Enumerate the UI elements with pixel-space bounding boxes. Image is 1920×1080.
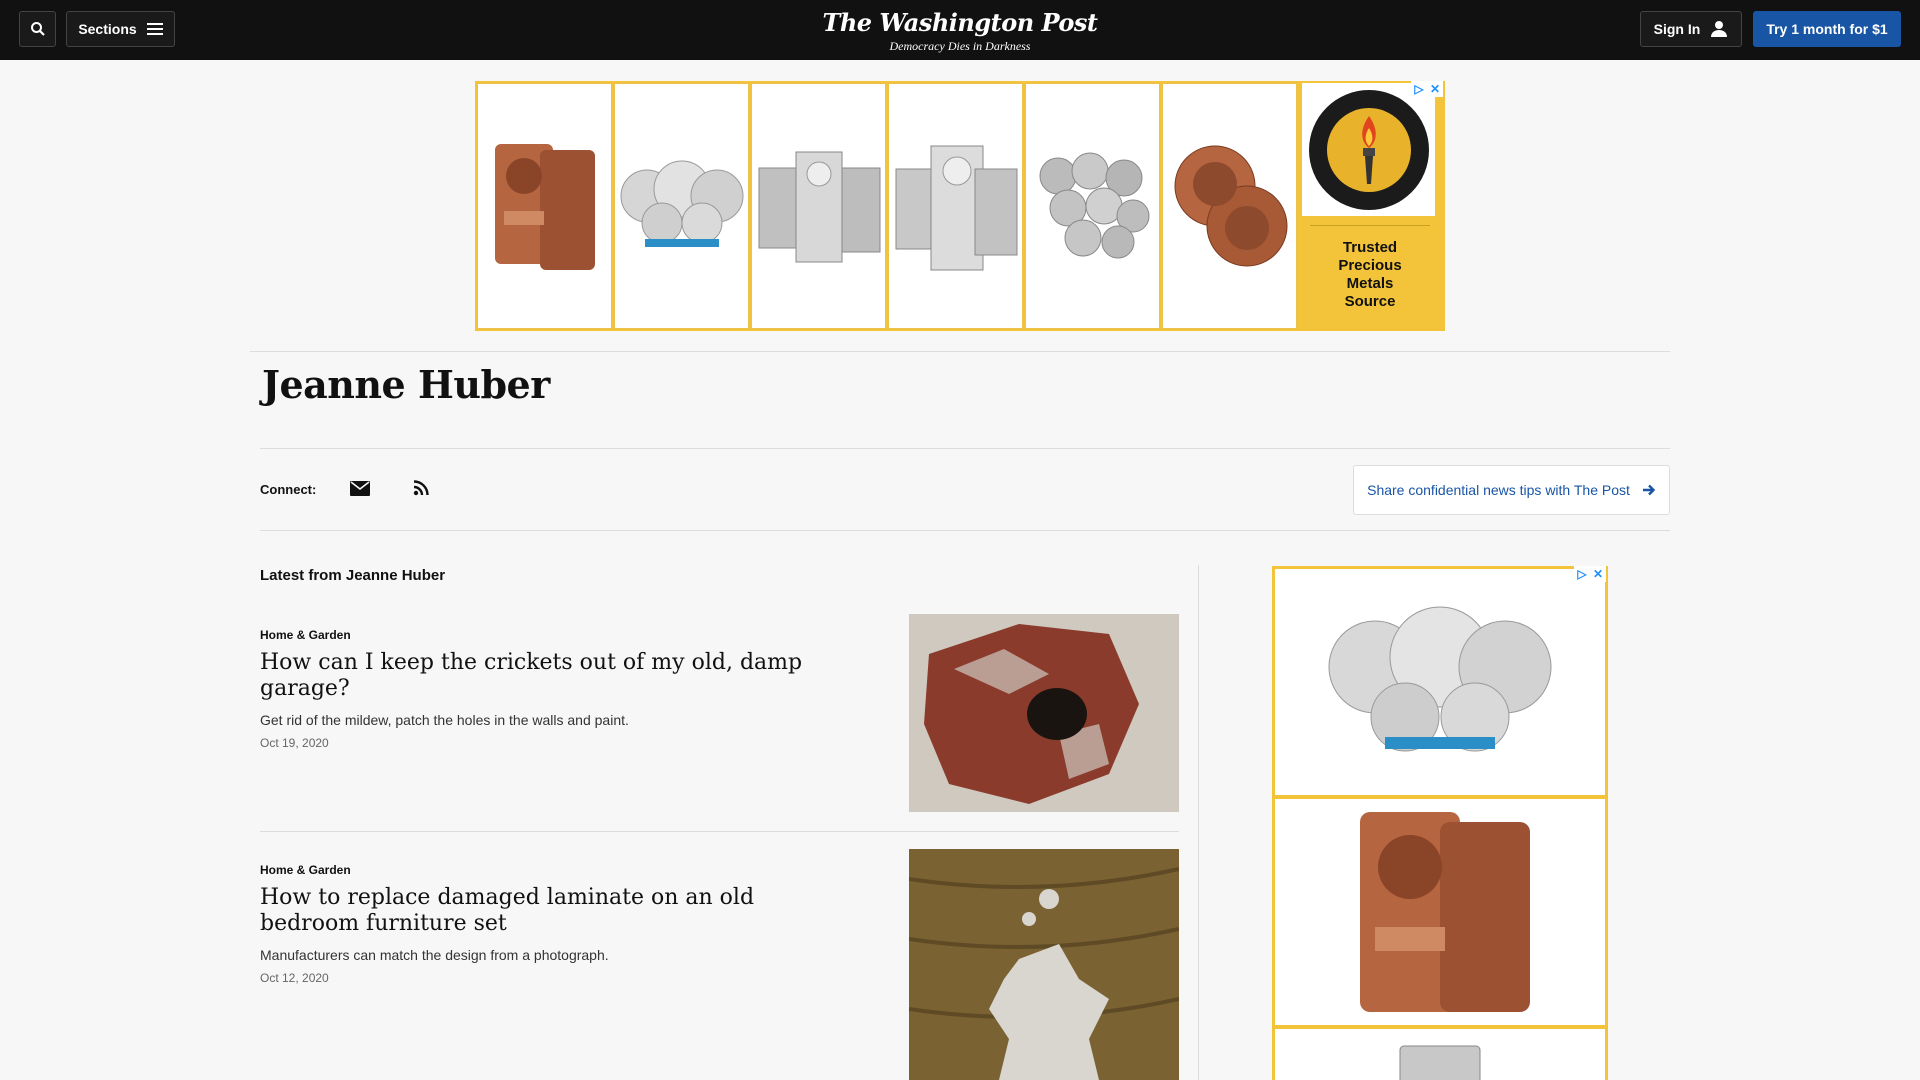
sign-in-button[interactable]: Sign In (1640, 11, 1742, 47)
share-tips-label: Share confidential news tips with The Po… (1367, 482, 1630, 498)
share-tips-button[interactable]: Share confidential news tips with The Po… (1353, 465, 1670, 515)
ad-product-copper-rounds[interactable] (1162, 83, 1297, 329)
adchoices-icon[interactable]: ▷ (1574, 566, 1590, 582)
connect-label: Connect: (260, 482, 317, 497)
site-logo[interactable]: The Washington Post Democracy Dies in Da… (810, 8, 1110, 54)
latest-heading: Latest from Jeanne Huber (260, 567, 446, 584)
search-icon (30, 22, 45, 36)
sidebar-ad-copper-bar[interactable] (1275, 799, 1605, 1025)
torch-logo-icon (1308, 89, 1429, 210)
sidebar-ad[interactable]: ▷ ✕ (1272, 566, 1608, 1080)
subscribe-button[interactable]: Try 1 month for $1 (1753, 11, 1901, 47)
envelope-icon (350, 480, 370, 496)
damaged-laminate-image (909, 849, 1179, 1080)
ad-product-silver-coins[interactable] (614, 83, 749, 329)
story-thumbnail-laminate[interactable] (909, 849, 1179, 1080)
sign-in-label: Sign In (1653, 21, 1701, 37)
copper-rounds-image (1174, 145, 1287, 267)
user-icon (1711, 21, 1728, 37)
silver-buffalo-bar-image (895, 145, 1017, 271)
header-divider-top (250, 351, 1670, 352)
logo-name: The Washington Post (822, 8, 1098, 37)
silver-coins-image (620, 160, 743, 247)
top-navigation: Sections The Washington Post Democracy D… (0, 0, 1920, 60)
ad-brand-line-2: Precious (1338, 257, 1402, 274)
arrow-right-icon (1642, 484, 1656, 496)
story-thumbnail-garage-wall[interactable] (909, 614, 1179, 812)
sections-button[interactable]: Sections (66, 11, 175, 47)
ad-close-icon[interactable]: ✕ (1427, 81, 1443, 97)
hamburger-icon (146, 23, 163, 35)
silver-bars-image (758, 151, 880, 263)
wall-hole-image (909, 614, 1179, 812)
silver-bar-image (1399, 1045, 1481, 1080)
rss-icon (413, 480, 429, 496)
header-divider-middle (260, 448, 1670, 449)
column-divider (1198, 565, 1199, 1080)
ad-brand-text: Trusted Precious Metals Source (1300, 239, 1440, 311)
story-headline[interactable]: How to replace damaged laminate on an ol… (260, 885, 820, 937)
sidebar-ad-silver-coins[interactable] (1275, 569, 1605, 795)
ad-product-copper-bar[interactable] (477, 83, 612, 329)
header-divider-bottom (260, 530, 1670, 531)
ad-close-icon[interactable]: ✕ (1590, 566, 1606, 582)
ad-brand-line-1: Trusted (1342, 239, 1398, 256)
ad-brand-panel[interactable]: Trusted Precious Metals Source (1300, 81, 1445, 331)
ad-product-silver-bar-buffalo[interactable] (888, 83, 1023, 329)
ad-brand-divider (1310, 225, 1430, 226)
ad-product-silver-bars[interactable] (751, 83, 886, 329)
adchoices-icon[interactable]: ▷ (1411, 81, 1427, 97)
sidebar-ad-silver-bar[interactable] (1275, 1029, 1605, 1080)
copper-bar-image (1360, 812, 1530, 1012)
ad-brand-line-4: Source (1344, 293, 1396, 310)
sections-label: Sections (78, 21, 137, 37)
email-link[interactable] (349, 478, 371, 498)
rss-link[interactable] (410, 478, 432, 498)
page-title: Jeanne Huber (262, 362, 550, 407)
silver-coins-image (1328, 606, 1552, 752)
ad-brand-line-3: Metals (1346, 275, 1394, 292)
logo-tagline: Democracy Dies in Darkness (889, 39, 1031, 53)
search-button[interactable] (19, 11, 56, 47)
junk-silver-image (1039, 152, 1149, 259)
ad-brand-logo (1302, 83, 1435, 216)
story-divider (260, 831, 1179, 832)
top-banner-ad[interactable]: Trusted Precious Metals Source ▷ ✕ (475, 81, 1445, 331)
ad-product-junk-silver[interactable] (1025, 83, 1160, 329)
copper-bar-image (494, 144, 595, 270)
story-headline[interactable]: How can I keep the crickets out of my ol… (260, 650, 820, 702)
